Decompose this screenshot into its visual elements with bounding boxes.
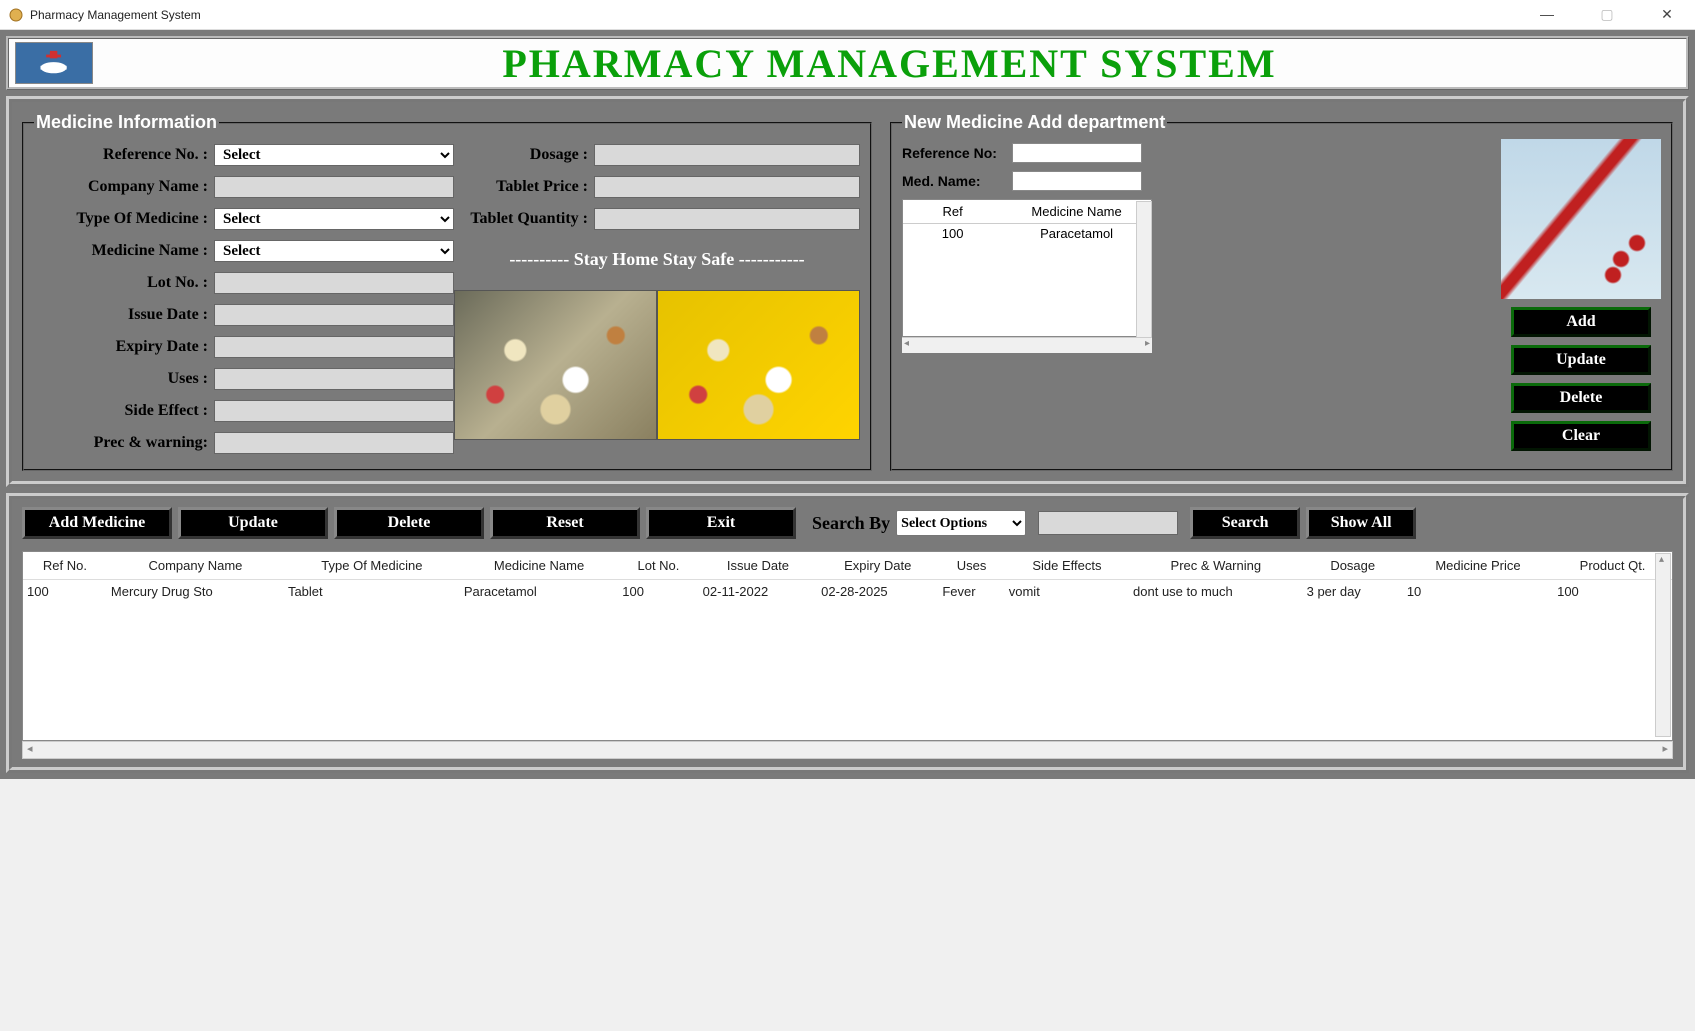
grid-header[interactable]: Ref No.	[23, 552, 107, 580]
window-title: Pharmacy Management System	[30, 8, 1527, 22]
grid-header[interactable]: Prec & Warning	[1129, 552, 1303, 580]
pills-image-b	[657, 290, 860, 440]
nm-update-button[interactable]: Update	[1511, 345, 1651, 375]
issue-date-input[interactable]	[214, 304, 454, 326]
search-by-select[interactable]: Select Options	[896, 510, 1026, 536]
label-nm-ref: Reference No:	[902, 145, 1012, 161]
new-medicine-legend: New Medicine Add department	[902, 112, 1167, 133]
label-med-name: Medicine Name :	[34, 242, 214, 260]
grid-header[interactable]: Dosage	[1303, 552, 1403, 580]
exit-button[interactable]: Exit	[646, 507, 796, 539]
minimize-button[interactable]: —	[1527, 6, 1567, 23]
grid-header[interactable]: Expiry Date	[817, 552, 938, 580]
pills-image-a	[454, 290, 657, 440]
search-input[interactable]	[1038, 511, 1178, 535]
expiry-date-input[interactable]	[214, 336, 454, 358]
dosage-input[interactable]	[594, 144, 860, 166]
new-medicine-table[interactable]: Ref Medicine Name 100Paracetamol	[902, 199, 1152, 337]
label-nm-name: Med. Name:	[902, 173, 1012, 189]
label-type: Type Of Medicine :	[34, 210, 214, 228]
mask-syringe-image	[1501, 139, 1661, 299]
label-lot: Lot No. :	[34, 274, 214, 292]
action-bar: Add Medicine Update Delete Reset Exit Se…	[22, 507, 1673, 539]
grid-header[interactable]: Medicine Price	[1403, 552, 1553, 580]
main-grid[interactable]: Ref No.Company NameType Of MedicineMedic…	[22, 551, 1673, 741]
label-side: Side Effect :	[34, 402, 214, 420]
app-icon	[8, 7, 24, 23]
label-issue: Issue Date :	[34, 306, 214, 324]
label-company: Company Name :	[34, 178, 214, 196]
show-all-button[interactable]: Show All	[1306, 507, 1416, 539]
company-name-input[interactable]	[214, 176, 454, 198]
grid-header[interactable]: Issue Date	[699, 552, 818, 580]
nm-hscrollbar[interactable]	[902, 337, 1152, 353]
label-uses: Uses :	[34, 370, 214, 388]
titlebar: Pharmacy Management System — ▢ ✕	[0, 0, 1695, 30]
close-button[interactable]: ✕	[1647, 6, 1687, 23]
medicine-info-legend: Medicine Information	[34, 112, 219, 133]
uses-input[interactable]	[214, 368, 454, 390]
label-ref-no: Reference No. :	[34, 146, 214, 164]
stay-safe-text: ---------- Stay Home Stay Safe ---------…	[454, 249, 860, 270]
reset-button[interactable]: Reset	[490, 507, 640, 539]
grid-header[interactable]: Medicine Name	[460, 552, 618, 580]
side-effect-input[interactable]	[214, 400, 454, 422]
grid-vscrollbar[interactable]	[1655, 553, 1671, 737]
grid-header[interactable]: Side Effects	[1005, 552, 1129, 580]
search-button[interactable]: Search	[1190, 507, 1300, 539]
label-prec: Prec & warning:	[34, 434, 214, 452]
label-dosage: Dosage :	[454, 146, 594, 164]
update-button[interactable]: Update	[178, 507, 328, 539]
grid-header[interactable]: Uses	[938, 552, 1004, 580]
label-tab-qty: Tablet Quantity :	[454, 210, 594, 228]
table-row[interactable]: 100Mercury Drug StoTabletParacetamol1000…	[23, 580, 1672, 604]
table-row[interactable]: 100Paracetamol	[903, 224, 1151, 244]
logo-icon	[15, 42, 93, 84]
add-medicine-button[interactable]: Add Medicine	[22, 507, 172, 539]
nm-clear-button[interactable]: Clear	[1511, 421, 1651, 451]
new-ref-input[interactable]	[1012, 143, 1142, 163]
nm-th-ref: Ref	[903, 200, 1002, 224]
delete-button[interactable]: Delete	[334, 507, 484, 539]
grid-header[interactable]: Lot No.	[618, 552, 698, 580]
nm-delete-button[interactable]: Delete	[1511, 383, 1651, 413]
medicine-name-select[interactable]: Select	[214, 240, 454, 262]
grid-header[interactable]: Type Of Medicine	[284, 552, 460, 580]
tablet-price-input[interactable]	[594, 176, 860, 198]
grid-header[interactable]: Company Name	[107, 552, 284, 580]
app-heading: PHARMACY MANAGEMENT SYSTEM	[93, 40, 1686, 87]
header-banner: PHARMACY MANAGEMENT SYSTEM	[6, 36, 1689, 90]
label-expiry: Expiry Date :	[34, 338, 214, 356]
label-tab-price: Tablet Price :	[454, 178, 594, 196]
nm-th-name: Medicine Name	[1002, 200, 1151, 224]
new-medicine-panel: New Medicine Add department Reference No…	[890, 112, 1673, 471]
reference-no-select[interactable]: Select	[214, 144, 454, 166]
prec-warning-input[interactable]	[214, 432, 454, 454]
lot-no-input[interactable]	[214, 272, 454, 294]
type-of-medicine-select[interactable]: Select	[214, 208, 454, 230]
grid-hscrollbar[interactable]	[22, 741, 1673, 759]
medicine-info-panel: Medicine Information Reference No. : Sel…	[22, 112, 872, 471]
new-medname-input[interactable]	[1012, 171, 1142, 191]
maximize-button[interactable]: ▢	[1587, 6, 1627, 23]
search-by-label: Search By	[812, 513, 890, 534]
tablet-quantity-input[interactable]	[594, 208, 860, 230]
nm-add-button[interactable]: Add	[1511, 307, 1651, 337]
nm-vscrollbar[interactable]	[1136, 201, 1152, 351]
